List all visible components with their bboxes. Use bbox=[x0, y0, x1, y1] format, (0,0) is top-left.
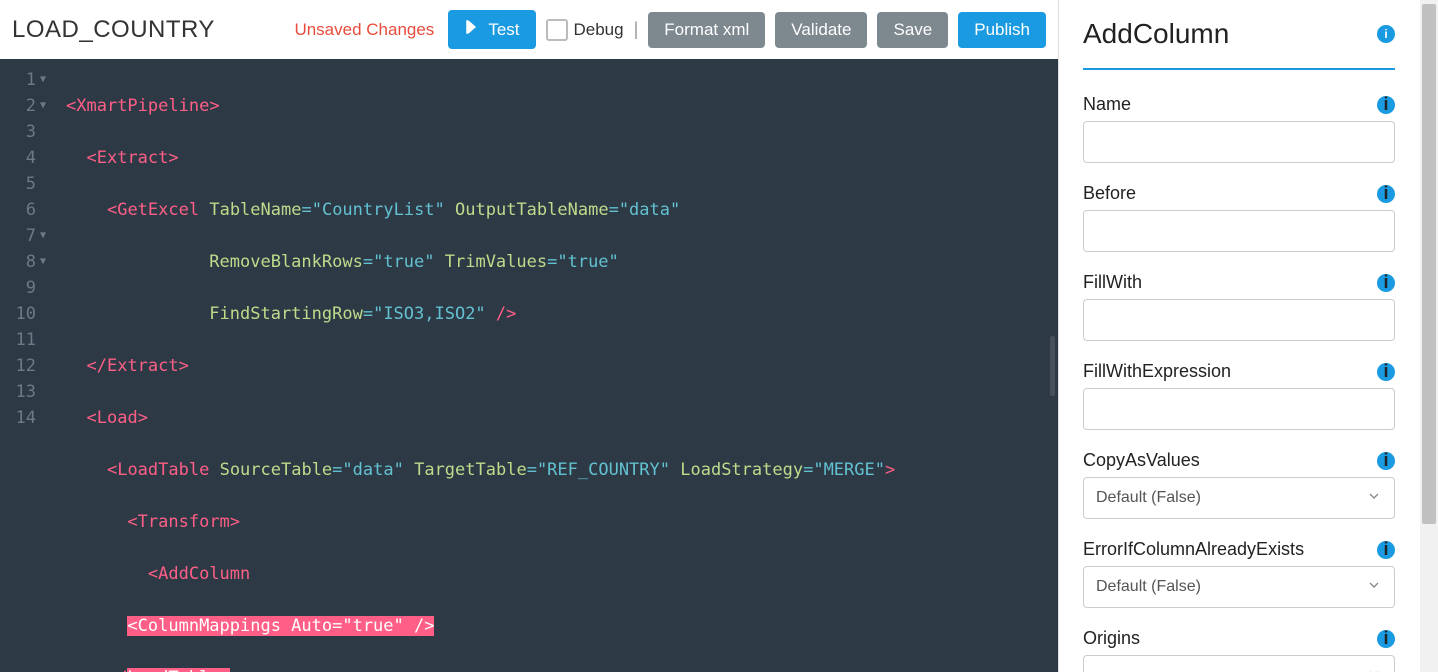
field-label: Origins bbox=[1083, 628, 1140, 649]
field-errorifcolumnalreadyexists: ErrorIfColumnAlreadyExists i Default (Fals… bbox=[1083, 539, 1395, 608]
debug-label: Debug bbox=[574, 20, 624, 40]
field-label: CopyAsValues bbox=[1083, 450, 1200, 471]
field-fillwith: FillWith i bbox=[1083, 272, 1395, 341]
field-name: Name i bbox=[1083, 94, 1395, 163]
editor-fold-bar[interactable] bbox=[1048, 59, 1058, 672]
test-button[interactable]: Test bbox=[448, 10, 535, 49]
info-icon[interactable]: i bbox=[1377, 452, 1395, 470]
field-origins: Origins i bbox=[1083, 628, 1395, 672]
field-fillwithexpression: FillWithExpression i bbox=[1083, 361, 1395, 430]
field-label: ErrorIfColumnAlreadyExists bbox=[1083, 539, 1304, 560]
info-icon[interactable]: i bbox=[1377, 274, 1395, 292]
field-label-row: Before i bbox=[1083, 183, 1395, 204]
format-xml-button[interactable]: Format xml bbox=[648, 12, 765, 48]
chevron-down-icon bbox=[1366, 577, 1382, 598]
line-number: 10 bbox=[0, 301, 46, 327]
publish-button[interactable]: Publish bbox=[958, 12, 1046, 48]
select-value: Default (False) bbox=[1096, 489, 1201, 507]
code-editor[interactable]: 1▼2▼3 4 5 6 7▼8▼9 10 11 12 13 14 <XmartP… bbox=[0, 59, 1058, 672]
field-label: FillWithExpression bbox=[1083, 361, 1231, 382]
origins-select[interactable] bbox=[1083, 655, 1395, 672]
errorifcolumnalreadyexists-select[interactable]: Default (False) bbox=[1083, 566, 1395, 608]
test-button-label: Test bbox=[488, 20, 519, 40]
panel-divider bbox=[1083, 68, 1395, 70]
field-label-row: Name i bbox=[1083, 94, 1395, 115]
validate-button[interactable]: Validate bbox=[775, 12, 867, 48]
line-number: 4 bbox=[0, 145, 46, 171]
info-icon[interactable]: i bbox=[1377, 185, 1395, 203]
toolbar-separator: | bbox=[634, 19, 639, 40]
fold-icon[interactable]: ▼ bbox=[40, 223, 46, 249]
chevron-down-icon bbox=[1366, 666, 1382, 672]
info-icon[interactable]: i bbox=[1377, 96, 1395, 114]
info-icon[interactable]: i bbox=[1377, 363, 1395, 381]
scrollbar-thumb[interactable] bbox=[1422, 4, 1436, 524]
copyasvalues-select[interactable]: Default (False) bbox=[1083, 477, 1395, 519]
info-icon[interactable]: i bbox=[1377, 630, 1395, 648]
line-number: 14 bbox=[0, 405, 46, 431]
field-label-row: CopyAsValues i bbox=[1083, 450, 1395, 471]
editor-code[interactable]: <XmartPipeline> <Extract> <GetExcel Tabl… bbox=[54, 59, 895, 672]
side-panel-wrap: AddColumn i NameiBeforeiFillWithiFillWit… bbox=[1058, 0, 1438, 672]
chevron-down-icon bbox=[1366, 488, 1382, 509]
field-label: FillWith bbox=[1083, 272, 1142, 293]
fold-icon[interactable]: ▼ bbox=[40, 93, 46, 119]
fillwith-input[interactable] bbox=[1083, 299, 1395, 341]
toolbar: LOAD_COUNTRY Unsaved Changes Test Debug … bbox=[0, 0, 1058, 59]
main-area: LOAD_COUNTRY Unsaved Changes Test Debug … bbox=[0, 0, 1058, 672]
fillwithexpression-input[interactable] bbox=[1083, 388, 1395, 430]
fold-icon[interactable]: ▼ bbox=[40, 67, 46, 93]
debug-checkbox[interactable] bbox=[546, 19, 568, 41]
before-input[interactable] bbox=[1083, 210, 1395, 252]
line-number: 6 bbox=[0, 197, 46, 223]
line-number: 1▼ bbox=[0, 67, 46, 93]
field-before: Before i bbox=[1083, 183, 1395, 252]
field-label-row: FillWithExpression i bbox=[1083, 361, 1395, 382]
field-label-row: FillWith i bbox=[1083, 272, 1395, 293]
fold-icon[interactable]: ▼ bbox=[40, 249, 46, 275]
line-number: 12 bbox=[0, 353, 46, 379]
field-label: Before bbox=[1083, 183, 1136, 204]
unsaved-indicator: Unsaved Changes bbox=[294, 20, 434, 40]
save-button[interactable]: Save bbox=[877, 12, 948, 48]
select-value: Default (False) bbox=[1096, 578, 1201, 596]
field-label-row: Origins i bbox=[1083, 628, 1395, 649]
line-number: 11 bbox=[0, 327, 46, 353]
line-number: 5 bbox=[0, 171, 46, 197]
field-label: Name bbox=[1083, 94, 1131, 115]
field-copyasvalues: CopyAsValues i Default (False) bbox=[1083, 450, 1395, 519]
debug-checkbox-wrap[interactable]: Debug bbox=[546, 19, 624, 41]
panel-title: AddColumn bbox=[1083, 18, 1229, 50]
name-input[interactable] bbox=[1083, 121, 1395, 163]
field-label-row: ErrorIfColumnAlreadyExists i bbox=[1083, 539, 1395, 560]
side-panel: AddColumn i NameiBeforeiFillWithiFillWit… bbox=[1059, 0, 1419, 672]
line-number: 9 bbox=[0, 275, 46, 301]
line-number: 13 bbox=[0, 379, 46, 405]
editor-gutter: 1▼2▼3 4 5 6 7▼8▼9 10 11 12 13 14 bbox=[0, 59, 54, 672]
info-icon[interactable]: i bbox=[1377, 541, 1395, 559]
info-icon[interactable]: i bbox=[1377, 25, 1395, 43]
page-title: LOAD_COUNTRY bbox=[12, 16, 215, 44]
line-number: 7▼ bbox=[0, 223, 46, 249]
scrollbar-track[interactable] bbox=[1420, 0, 1438, 672]
line-number: 3 bbox=[0, 119, 46, 145]
line-number: 2▼ bbox=[0, 93, 46, 119]
line-number: 8▼ bbox=[0, 249, 46, 275]
panel-title-row: AddColumn i bbox=[1083, 18, 1395, 50]
play-icon bbox=[464, 18, 482, 41]
